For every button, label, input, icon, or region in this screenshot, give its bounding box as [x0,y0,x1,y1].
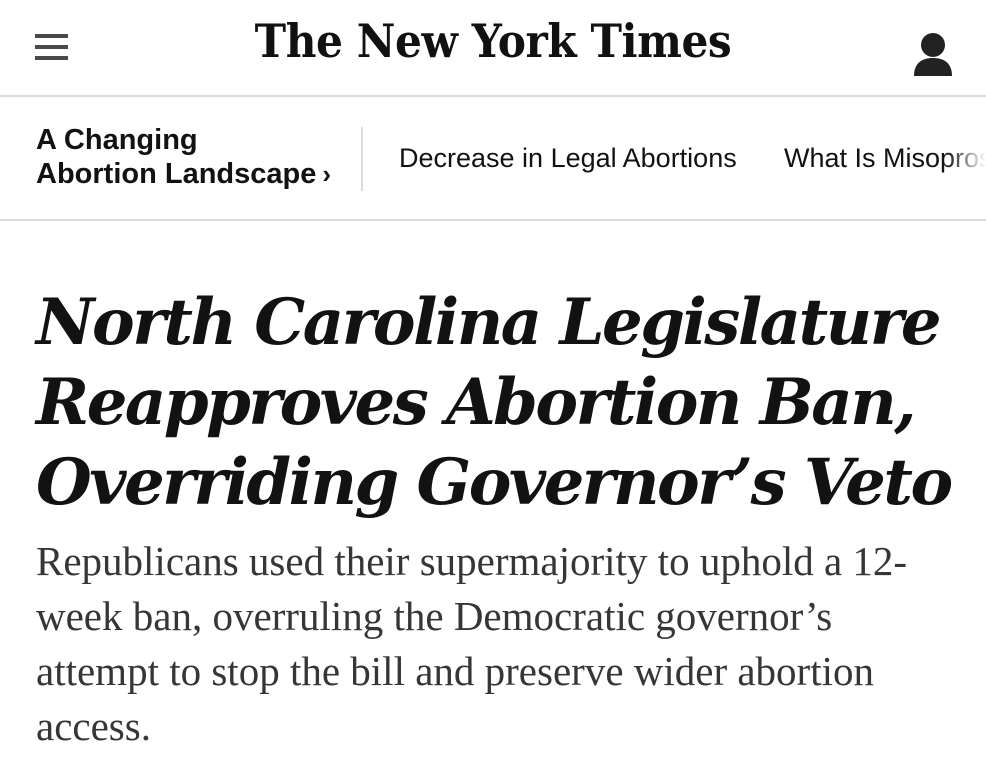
nyt-logo[interactable]: The New York Times [39,14,946,68]
section-label-line2: Abortion Landscape [36,158,317,190]
masthead: The New York Times [0,0,986,97]
article-headline: North Carolina Legislature Reapproves Ab… [36,285,953,520]
section-label-link[interactable]: A Changing Abortion Landscape › [36,123,346,191]
article-summary: Republicans used their supermajority to … [36,538,908,749]
subnav-link-decrease-legal-abortions[interactable]: Decrease in Legal Abortions [399,143,737,174]
user-account-icon[interactable] [912,32,954,78]
subnav-divider [361,127,363,191]
subnav-fade [946,97,986,219]
section-subnav: A Changing Abortion Landscape › Decrease … [0,97,986,221]
section-label-line1: A Changing [36,124,198,156]
chevron-right-icon: › [322,159,332,189]
